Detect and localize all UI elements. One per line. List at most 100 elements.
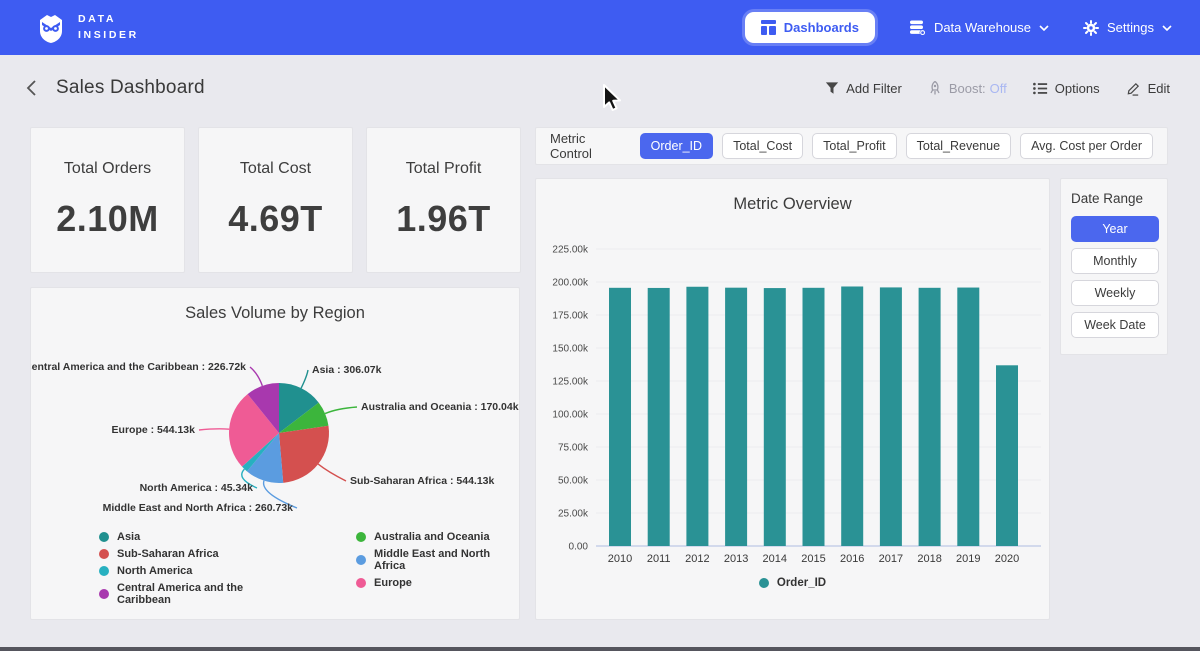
sales-dashboard-app: DATA INSIDER Dashboards <box>0 0 1200 651</box>
boost-state: Off <box>990 81 1007 96</box>
database-icon <box>909 20 926 36</box>
bar-chart-card: Metric Overview 225.00k200.00k175.00k150… <box>535 178 1050 620</box>
kpi-card-total-cost: Total Cost 4.69T <box>198 127 353 273</box>
bar <box>803 288 825 546</box>
date-range-button[interactable]: Weekly <box>1071 280 1159 306</box>
legend-label: Asia <box>117 531 140 543</box>
bar <box>957 288 979 546</box>
metric-option-button[interactable]: Total_Cost <box>722 133 803 159</box>
edit-label: Edit <box>1148 81 1170 96</box>
bar <box>609 288 631 546</box>
date-range-button[interactable]: Monthly <box>1071 248 1159 274</box>
boost-label: Boost: <box>949 81 986 96</box>
x-axis-tick-label: 2011 <box>647 553 671 565</box>
kpi-label: Total Cost <box>240 160 311 178</box>
legend-label: Order_ID <box>777 577 826 589</box>
options-label: Options <box>1055 81 1100 96</box>
dashboards-grid-icon <box>761 20 776 35</box>
bar <box>996 365 1018 546</box>
pie-legend-item[interactable]: Australia and Oceania <box>356 531 519 543</box>
y-axis-tick-label: 200.00k <box>552 278 589 289</box>
x-axis-tick-label: 2015 <box>801 553 825 565</box>
bar-chart: 225.00k200.00k175.00k150.00k125.00k100.0… <box>536 179 1049 619</box>
metric-option-button[interactable]: Avg. Cost per Order <box>1020 133 1153 159</box>
page-title: Sales Dashboard <box>56 77 205 99</box>
date-range-button[interactable]: Year <box>1071 216 1159 242</box>
legend-label: Sub-Saharan Africa <box>117 548 219 560</box>
legend-label: Europe <box>374 577 412 589</box>
pie-legend-item[interactable]: Central America and the Caribbean <box>99 582 294 606</box>
pie-slice-label: Australia and Oceania : 170.04k <box>361 401 519 413</box>
bar <box>841 286 863 546</box>
boost-toggle[interactable]: Boost: Off <box>928 81 1007 96</box>
pie-slice-label: Middle East and North Africa : 260.73k <box>103 502 294 514</box>
x-axis-tick-label: 2016 <box>840 553 864 565</box>
brand: DATA INSIDER <box>34 11 139 45</box>
x-axis-tick-label: 2014 <box>763 553 787 565</box>
x-axis-tick-label: 2019 <box>956 553 980 565</box>
options-button[interactable]: Options <box>1033 81 1100 96</box>
pie-label-leader-line <box>325 407 357 414</box>
x-axis-tick-label: 2012 <box>685 553 709 565</box>
back-button[interactable] <box>26 79 38 97</box>
legend-dot-icon <box>99 549 109 559</box>
legend-dot-icon <box>99 589 109 599</box>
pie-legend-item[interactable]: Middle East and North Africa <box>356 548 519 572</box>
y-axis-tick-label: 25.00k <box>558 509 589 520</box>
legend-dot-icon <box>99 532 109 542</box>
metric-control-bar: Metric Control Order_IDTotal_CostTotal_P… <box>535 127 1168 165</box>
legend-dot-icon <box>356 555 366 565</box>
legend-dot-icon <box>99 566 109 576</box>
nav-settings-label: Settings <box>1107 20 1154 35</box>
pie-label-leader-line <box>301 370 308 388</box>
brand-text: DATA INSIDER <box>78 12 139 42</box>
date-range-button[interactable]: Week Date <box>1071 312 1159 338</box>
bar <box>880 287 902 546</box>
legend-label: Middle East and North Africa <box>374 548 519 572</box>
metric-option-button[interactable]: Total_Revenue <box>906 133 1011 159</box>
pie-slice-label: North America : 45.34k <box>140 482 254 494</box>
pie-label-leader-line <box>318 464 346 481</box>
metric-option-button[interactable]: Total_Profit <box>812 133 897 159</box>
legend-label: North America <box>117 565 192 577</box>
y-axis-tick-label: 175.00k <box>552 311 589 322</box>
chevron-down-icon <box>1162 25 1172 31</box>
metric-options: Order_ID Total_Cost Total_Profit Total_Reve… <box>640 133 1153 159</box>
pie-legend-item[interactable]: Asia <box>99 531 294 543</box>
bar <box>686 287 708 546</box>
x-axis-tick-label: 2013 <box>724 553 748 565</box>
pie-chart-card: Sales Volume by Region Asia : 306.07kAus… <box>30 287 520 620</box>
edit-pencil-icon <box>1126 81 1141 96</box>
action-bar: Sales Dashboard Add Filter Boost: Off <box>0 55 1200 121</box>
date-range-panel: Date Range Year Monthly Weekly Week Date <box>1060 178 1168 355</box>
filter-icon <box>825 81 839 95</box>
kpi-label: Total Orders <box>64 160 151 178</box>
date-range-label: Date Range <box>1071 191 1157 206</box>
bar-legend-item[interactable]: Order_ID <box>759 577 826 589</box>
add-filter-button[interactable]: Add Filter <box>825 81 902 96</box>
pie-legend-item[interactable]: North America <box>99 565 294 577</box>
top-nav: DATA INSIDER Dashboards <box>0 0 1200 55</box>
nav-dashboards-button[interactable]: Dashboards <box>745 12 875 43</box>
pie-legend-item[interactable]: Sub-Saharan Africa <box>99 548 294 560</box>
nav-settings-button[interactable]: Settings <box>1083 20 1172 36</box>
rocket-icon <box>928 81 942 96</box>
edit-button[interactable]: Edit <box>1126 81 1170 96</box>
legend-label: Central America and the Caribbean <box>117 582 294 606</box>
owl-logo-icon <box>34 11 68 45</box>
legend-dot-icon <box>759 578 769 588</box>
y-axis-tick-label: 0.00 <box>569 542 589 553</box>
legend-dot-icon <box>356 532 366 542</box>
pie-legend-item[interactable]: Europe <box>356 577 519 589</box>
kpi-card-total-orders: Total Orders 2.10M <box>30 127 185 273</box>
pie-slice <box>279 426 329 483</box>
options-list-icon <box>1033 82 1048 95</box>
nav-data-warehouse-button[interactable]: Data Warehouse <box>909 20 1049 36</box>
metric-option-button[interactable]: Order_ID <box>640 133 713 159</box>
bar <box>648 288 670 546</box>
y-axis-tick-label: 225.00k <box>552 245 589 256</box>
x-axis-tick-label: 2017 <box>879 553 903 565</box>
chevron-down-icon <box>1039 25 1049 31</box>
window-bottom-edge <box>0 647 1200 651</box>
date-range-options: Year Monthly Weekly Week Date <box>1071 216 1157 338</box>
